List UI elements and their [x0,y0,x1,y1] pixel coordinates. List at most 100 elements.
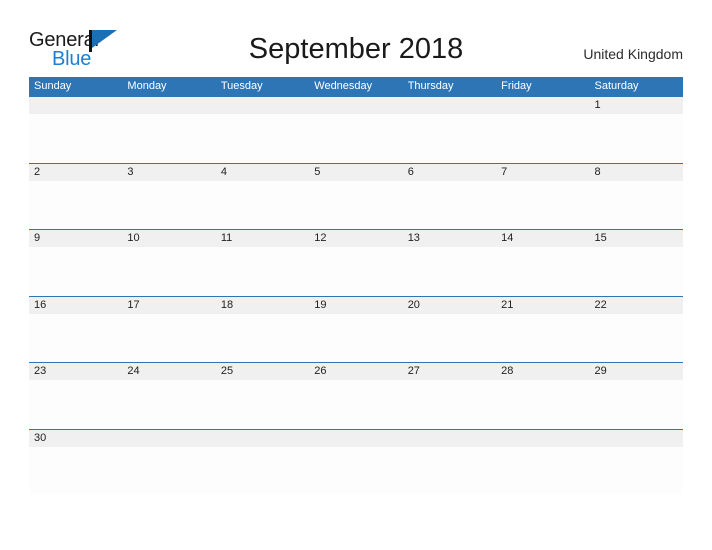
day-note-area[interactable] [402,380,497,429]
day-note-area[interactable] [589,180,683,229]
day-note-area[interactable] [122,313,216,362]
day-cell[interactable] [215,429,310,495]
day-cell[interactable] [496,97,590,163]
day-cell[interactable]: 19 [309,296,403,362]
day-note-area[interactable] [496,446,590,495]
day-note-area[interactable] [122,446,216,495]
day-note-area[interactable] [309,380,403,429]
day-note-area[interactable] [589,446,683,495]
day-number-band [122,163,216,181]
day-note-area[interactable] [402,180,497,229]
day-note-area[interactable] [496,114,590,163]
day-cell[interactable] [402,97,497,163]
day-cell[interactable]: 18 [215,296,310,362]
day-note-area[interactable] [122,380,216,429]
day-number-band [589,429,683,447]
day-cell[interactable]: 15 [589,230,683,296]
day-note-area[interactable] [496,247,590,296]
day-note-area[interactable] [402,313,497,362]
weekday-header-thursday: Thursday [407,80,454,92]
day-note-area[interactable] [215,247,310,296]
day-note-area[interactable] [496,313,590,362]
day-cell[interactable]: 24 [122,363,216,429]
day-number-band [589,163,683,181]
day-note-area[interactable] [309,247,403,296]
day-cell[interactable]: 1 [589,97,683,163]
day-cell[interactable]: 20 [402,296,497,362]
day-note-area[interactable] [122,180,216,229]
day-note-area[interactable] [496,380,590,429]
day-note-area[interactable] [309,446,403,495]
day-note-area[interactable] [309,180,403,229]
day-cell[interactable]: 23 [29,363,123,429]
day-cell[interactable]: 30 [29,429,123,495]
day-cell[interactable]: 28 [496,363,590,429]
day-note-area[interactable] [402,114,497,163]
day-number: 9 [34,232,41,244]
day-note-area[interactable] [496,180,590,229]
day-note-area[interactable] [29,380,123,429]
day-cell[interactable] [402,429,497,495]
day-cell[interactable] [122,429,216,495]
day-cell[interactable]: 9 [29,230,123,296]
day-note-area[interactable] [122,247,216,296]
day-cell[interactable]: 3 [122,163,216,229]
day-note-area[interactable] [309,114,403,163]
day-cell[interactable] [215,97,310,163]
day-note-area[interactable] [215,313,310,362]
day-cell[interactable]: 7 [496,163,590,229]
day-number-band [215,97,310,114]
day-cell[interactable] [309,429,403,495]
day-cell[interactable]: 26 [309,363,403,429]
day-note-area[interactable] [402,446,497,495]
day-number-band [402,97,497,114]
day-note-area[interactable] [589,247,683,296]
day-cell[interactable] [122,97,216,163]
day-note-area[interactable] [29,247,123,296]
day-number: 30 [34,431,47,444]
day-cell[interactable]: 29 [589,363,683,429]
day-cell[interactable]: 14 [496,230,590,296]
day-cell[interactable]: 2 [29,163,123,229]
week-row: 1 [29,96,683,163]
day-cell[interactable]: 8 [589,163,683,229]
day-note-area[interactable] [402,247,497,296]
day-cell[interactable]: 11 [215,230,310,296]
day-cell[interactable]: 22 [589,296,683,362]
day-note-area[interactable] [215,114,310,163]
day-cell[interactable]: 27 [402,363,497,429]
day-note-area[interactable] [309,313,403,362]
day-cell[interactable]: 12 [309,230,403,296]
day-number: 13 [407,232,420,244]
day-cell[interactable]: 13 [402,230,497,296]
day-number-band [29,230,123,247]
day-note-area[interactable] [215,446,310,495]
day-note-area[interactable] [589,313,683,362]
day-cell[interactable]: 4 [215,163,310,229]
day-note-area[interactable] [589,114,683,163]
day-number: 21 [501,298,514,311]
day-cell[interactable]: 16 [29,296,123,362]
day-cell[interactable]: 6 [402,163,497,229]
day-cell[interactable] [309,97,403,163]
day-note-area[interactable] [589,380,683,429]
day-note-area[interactable] [29,313,123,362]
day-number-band [122,97,216,114]
day-note-area[interactable] [29,114,123,163]
day-note-area[interactable] [122,114,216,163]
day-number: 6 [407,165,414,178]
day-note-area[interactable] [29,446,123,495]
day-number: 14 [501,232,514,244]
day-cell[interactable]: 25 [215,363,310,429]
day-cell[interactable] [496,429,590,495]
day-cell[interactable]: 21 [496,296,590,362]
day-cell[interactable] [29,97,123,163]
day-number: 23 [34,365,47,377]
day-cell[interactable]: 17 [122,296,216,362]
day-note-area[interactable] [215,380,310,429]
day-note-area[interactable] [29,180,123,229]
day-cell[interactable]: 10 [122,230,216,296]
day-cell[interactable] [589,429,683,495]
day-note-area[interactable] [215,180,310,229]
day-cell[interactable]: 5 [309,163,403,229]
